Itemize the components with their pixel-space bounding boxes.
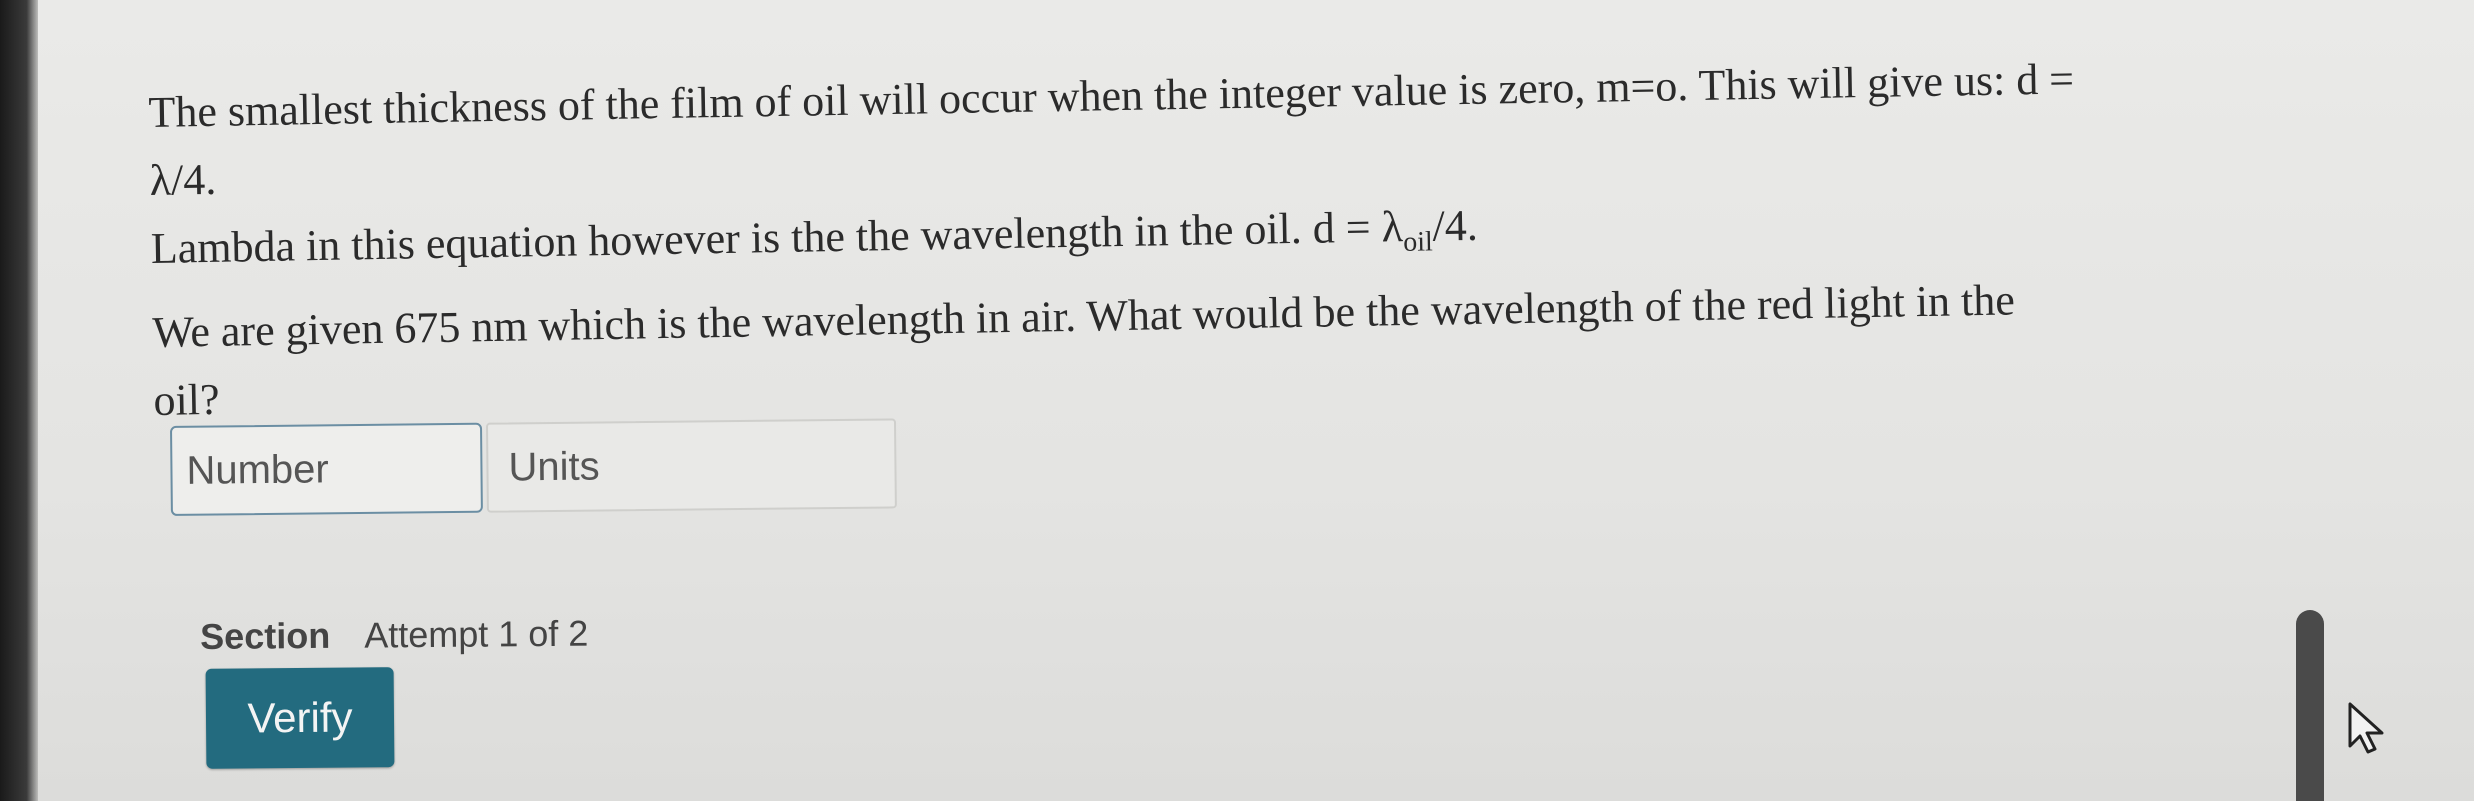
attempt-status: Section Attempt 1 of 2 bbox=[200, 613, 589, 658]
attempt-counter: Attempt 1 of 2 bbox=[364, 612, 589, 656]
units-select[interactable]: Units bbox=[485, 418, 897, 513]
verify-button-label: Verify bbox=[247, 693, 353, 742]
oil-subscript: oil bbox=[1402, 226, 1434, 258]
verify-button[interactable]: Verify bbox=[205, 667, 395, 769]
question-line-3-suffix: /4. bbox=[1432, 200, 1479, 251]
answer-row: Units bbox=[170, 418, 897, 516]
section-label: Section bbox=[200, 614, 331, 657]
question-text: The smallest thickness of the film of oi… bbox=[148, 44, 2304, 437]
number-input[interactable] bbox=[170, 422, 483, 516]
device-bezel bbox=[0, 0, 38, 801]
units-placeholder: Units bbox=[508, 444, 600, 489]
scrollbar-thumb[interactable] bbox=[2296, 610, 2324, 801]
mouse-pointer-icon bbox=[2348, 702, 2384, 754]
question-line-3-prefix: Lambda in this equation however is the t… bbox=[150, 202, 1404, 273]
